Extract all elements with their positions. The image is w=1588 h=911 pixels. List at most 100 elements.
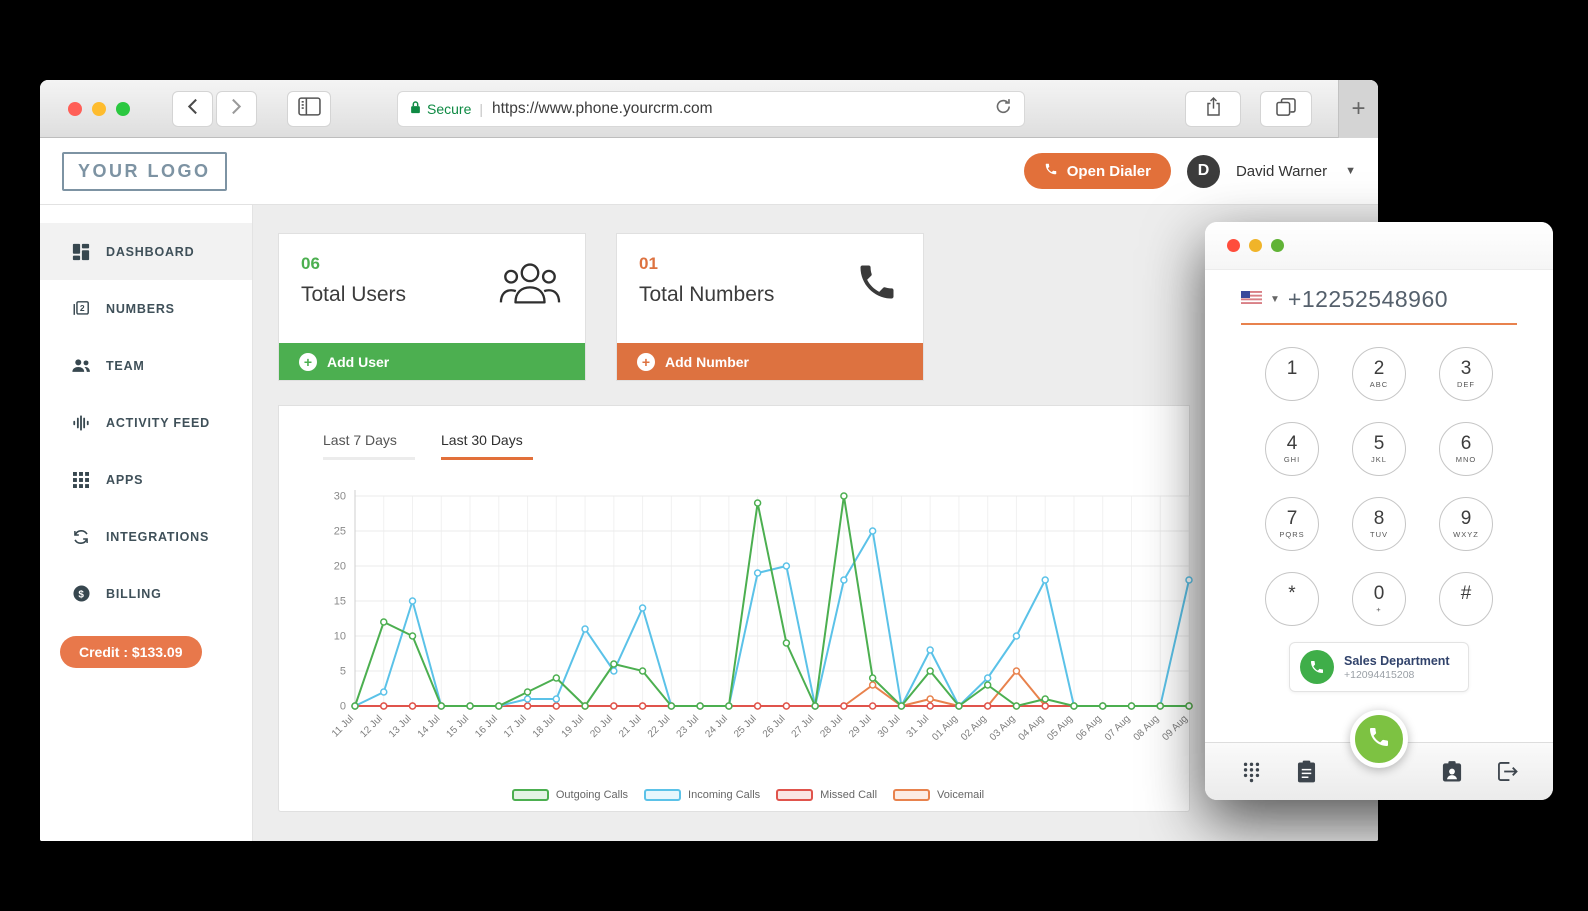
credit-badge: Credit : $133.09	[60, 636, 202, 668]
call-button[interactable]	[1350, 710, 1408, 768]
svg-text:$: $	[78, 589, 84, 600]
dial-key-2[interactable]: 2 ABC	[1352, 347, 1406, 401]
add-user-button[interactable]: + Add User	[279, 343, 585, 380]
svg-text:25: 25	[334, 526, 346, 538]
tab-last-7-days[interactable]: Last 7 Days	[323, 432, 415, 460]
dial-key-4[interactable]: 4 GHI	[1265, 422, 1319, 476]
svg-text:24 Jul: 24 Jul	[703, 713, 730, 740]
tab-overview-button[interactable]	[1260, 91, 1312, 127]
dial-key-8[interactable]: 8 TUV	[1352, 497, 1406, 551]
sidebar-item-billing[interactable]: $ BILLING	[40, 565, 252, 622]
svg-text:17 Jul: 17 Jul	[502, 713, 529, 740]
dial-key-1[interactable]: 1	[1265, 347, 1319, 401]
user-name[interactable]: David Warner	[1236, 163, 1327, 180]
add-number-button[interactable]: + Add Number	[617, 343, 923, 380]
users-group-icon	[499, 260, 561, 343]
minimize-window-button[interactable]	[1249, 239, 1262, 252]
zoom-window-button[interactable]	[116, 102, 130, 116]
share-icon	[1205, 96, 1222, 122]
forward-button[interactable]	[216, 91, 257, 127]
favorite-contact[interactable]: Sales Department +12094415208	[1289, 642, 1469, 692]
contacts-icon[interactable]	[1440, 760, 1464, 783]
open-dialer-label: Open Dialer	[1066, 162, 1151, 180]
favorite-contact-name: Sales Department	[1344, 653, 1450, 668]
open-dialer-button[interactable]: Open Dialer	[1023, 153, 1171, 189]
desktop-background: Secure | https://www.phone.yourcrm.com +…	[0, 0, 1588, 911]
favorite-contact-number: +12094415208	[1344, 668, 1415, 681]
legend-item-outgoing-calls: Outgoing Calls	[511, 789, 629, 801]
svg-text:21 Jul: 21 Jul	[617, 713, 644, 740]
key-letters: DEF	[1457, 380, 1475, 390]
dialed-number[interactable]: +12252548960	[1288, 286, 1448, 313]
sidebar-item-label: DASHBOARD	[106, 244, 195, 259]
stat-count: 01	[639, 254, 658, 273]
dial-key-7[interactable]: 7 PQRS	[1265, 497, 1319, 551]
dial-number-input[interactable]: ▼ +12252548960	[1241, 286, 1517, 325]
stat-card-total-numbers: 01 Total Numbers + Add Number	[616, 233, 924, 381]
key-digit: 1	[1286, 358, 1298, 380]
key-digit: 7	[1286, 507, 1298, 529]
flag-caret-icon[interactable]: ▼	[1270, 294, 1280, 305]
sidebar-item-apps[interactable]: APPS	[40, 451, 252, 508]
tab-last-30-days[interactable]: Last 30 Days	[441, 432, 533, 460]
plus-icon: +	[299, 352, 317, 371]
zoom-window-button[interactable]	[1271, 239, 1284, 252]
call-icon	[1367, 725, 1391, 754]
minimize-window-button[interactable]	[92, 102, 106, 116]
team-icon	[71, 358, 91, 374]
key-letters: JKL	[1371, 455, 1387, 465]
phone-icon	[855, 260, 899, 343]
share-button[interactable]	[1185, 91, 1241, 127]
sidebar-item-team[interactable]: TEAM	[40, 337, 252, 394]
us-flag-icon[interactable]	[1241, 290, 1262, 309]
dial-key-3[interactable]: 3 DEF	[1439, 347, 1493, 401]
sidebar-item-label: INTEGRATIONS	[106, 529, 210, 544]
window-controls	[68, 102, 130, 116]
svg-text:28 Jul: 28 Jul	[818, 713, 845, 740]
chevron-left-icon	[187, 98, 198, 120]
dialpad-icon[interactable]	[1239, 761, 1263, 783]
sidebar-toggle-button[interactable]	[287, 91, 331, 127]
app-header: YOUR LOGO Open Dialer D David Warner ▼	[40, 138, 1378, 205]
dial-key-6[interactable]: 6 MNO	[1439, 422, 1493, 476]
url-separator: |	[479, 101, 483, 117]
dialer-titlebar	[1205, 222, 1553, 270]
phone-icon	[1044, 162, 1058, 180]
key-digit: 3	[1460, 357, 1472, 379]
activity-feed-icon	[71, 414, 91, 432]
dial-key-star[interactable]: *	[1265, 572, 1319, 626]
svg-text:04 Aug: 04 Aug	[1017, 713, 1047, 743]
close-window-button[interactable]	[68, 102, 82, 116]
sidebar-item-activity-feed[interactable]: ACTIVITY FEED	[40, 394, 252, 451]
chevron-down-icon[interactable]: ▼	[1345, 165, 1356, 177]
action-label: Add Number	[665, 353, 749, 370]
numbers-icon: 2	[71, 300, 91, 318]
back-button[interactable]	[172, 91, 213, 127]
svg-text:0: 0	[340, 701, 346, 713]
chart-legend: Outgoing Calls Incoming Calls Missed Call V…	[323, 789, 1173, 801]
sidebar-item-dashboard[interactable]: DASHBOARD	[40, 223, 252, 280]
legend-item-missed-call: Missed Call	[776, 789, 877, 801]
sidebar-item-numbers[interactable]: 2 NUMBERS	[40, 280, 252, 337]
sidebar-item-label: BILLING	[106, 586, 162, 601]
svg-text:16 Jul: 16 Jul	[473, 713, 500, 740]
sidebar-item-integrations[interactable]: INTEGRATIONS	[40, 508, 252, 565]
address-bar[interactable]: Secure | https://www.phone.yourcrm.com	[397, 91, 1025, 127]
key-digit: 4	[1286, 432, 1298, 454]
notes-icon[interactable]	[1295, 760, 1319, 783]
legend-label: Outgoing Calls	[555, 789, 629, 801]
new-tab-button[interactable]: +	[1338, 80, 1378, 138]
dialer-window-controls	[1227, 239, 1284, 252]
svg-text:02 Aug: 02 Aug	[959, 713, 989, 743]
apps-icon	[71, 471, 91, 488]
dial-key-hash[interactable]: #	[1439, 572, 1493, 626]
dial-key-0[interactable]: 0 +	[1352, 572, 1406, 626]
svg-text:10: 10	[334, 631, 346, 643]
svg-text:23 Jul: 23 Jul	[675, 713, 702, 740]
close-window-button[interactable]	[1227, 239, 1240, 252]
avatar[interactable]: D	[1186, 154, 1220, 188]
dial-key-9[interactable]: 9 WXYZ	[1439, 497, 1493, 551]
refresh-icon[interactable]	[995, 98, 1012, 120]
dial-key-5[interactable]: 5 JKL	[1352, 422, 1406, 476]
exit-icon[interactable]	[1495, 762, 1519, 781]
